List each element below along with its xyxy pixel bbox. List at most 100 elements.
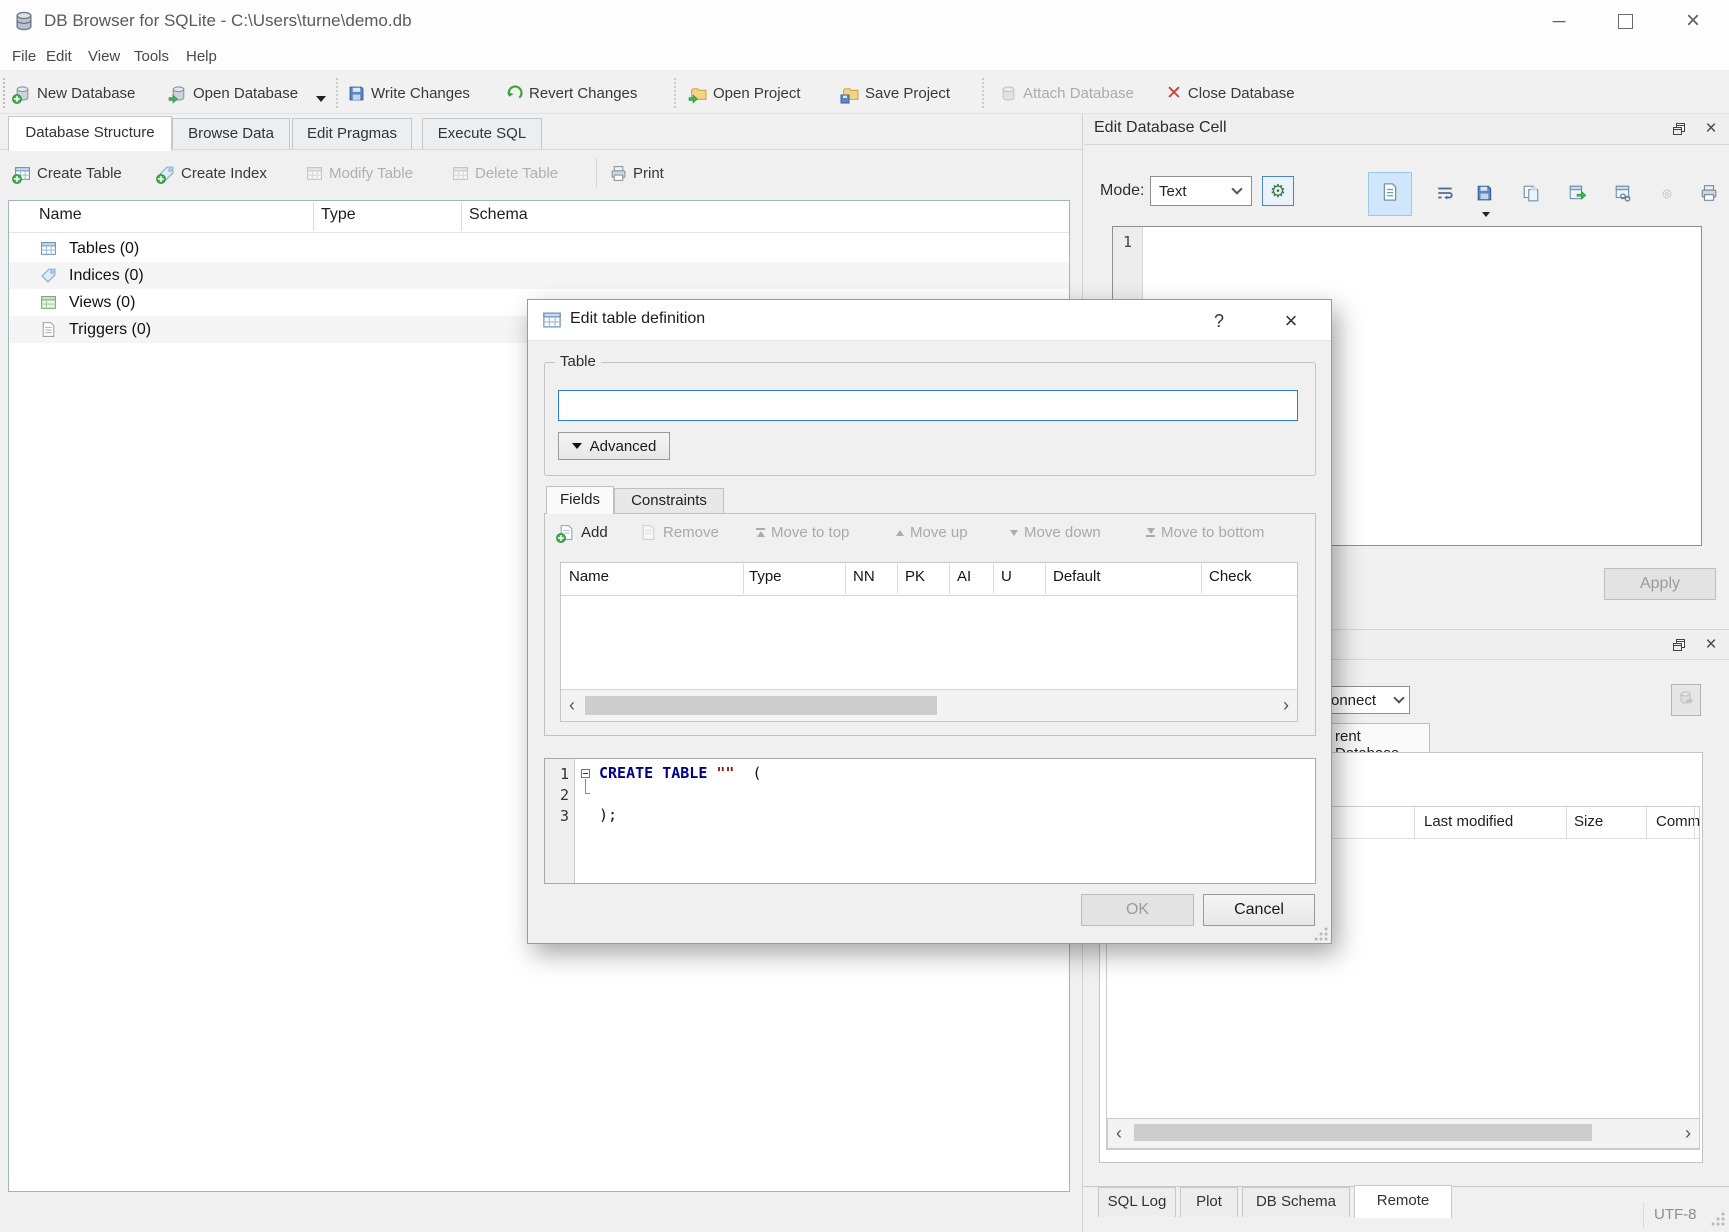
new-database-button[interactable]: New Database — [14, 79, 135, 107]
open-in-app-button[interactable] — [1608, 180, 1638, 210]
fields-horizontal-scrollbar[interactable]: ‹ › — [561, 689, 1297, 721]
column-type[interactable]: Type — [749, 568, 782, 585]
tab-plot[interactable]: Plot — [1180, 1187, 1238, 1217]
table-name-input[interactable] — [558, 390, 1298, 421]
move-to-bottom-button: Move to bottom — [1146, 524, 1264, 541]
float-panel-icon[interactable] — [1668, 634, 1690, 656]
maximize-button[interactable] — [1604, 6, 1646, 36]
fields-header-separator[interactable] — [949, 564, 950, 594]
create-index-button[interactable]: Create Index — [158, 159, 267, 187]
menu-file[interactable]: File — [8, 46, 40, 67]
open-database-dropdown-caret[interactable] — [316, 96, 326, 102]
mode-select[interactable]: Text — [1150, 176, 1252, 206]
menu-view[interactable]: View — [84, 46, 124, 67]
mode-label: Mode: — [1100, 182, 1144, 200]
fields-header-separator[interactable] — [845, 564, 846, 594]
tab-db-schema[interactable]: DB Schema — [1242, 1187, 1350, 1217]
remote-header-separator[interactable] — [1414, 807, 1415, 838]
cancel-button[interactable]: Cancel — [1203, 894, 1315, 926]
close-database-button[interactable]: ✕ Close Database — [1166, 79, 1295, 107]
column-pk[interactable]: PK — [905, 568, 925, 585]
open-database-button[interactable]: Open Database — [170, 79, 298, 107]
scroll-right-icon[interactable]: › — [1685, 1123, 1691, 1143]
document-icon — [1380, 182, 1400, 207]
export-data-button[interactable] — [1562, 180, 1592, 210]
minimize-button[interactable]: ─ — [1538, 6, 1580, 36]
tree-row-indices[interactable]: Indices (0) — [10, 262, 1069, 289]
print-button[interactable]: Print — [610, 159, 664, 187]
remote-identity-select[interactable]: onnect — [1326, 686, 1410, 714]
column-default[interactable]: Default — [1053, 568, 1101, 585]
fields-header-separator[interactable] — [743, 564, 744, 594]
tree-column-type[interactable]: Type — [321, 206, 356, 224]
scrollbar-thumb[interactable] — [585, 696, 937, 715]
remote-horizontal-scrollbar[interactable]: ‹ › — [1107, 1118, 1700, 1149]
dialog-title-bar[interactable]: Edit table definition ? × — [528, 300, 1331, 341]
tab-execute-sql[interactable]: Execute SQL — [422, 118, 542, 150]
auto-switch-mode-button[interactable]: ⚙ — [1262, 176, 1294, 206]
float-panel-icon[interactable] — [1668, 118, 1690, 140]
dialog-help-button[interactable]: ? — [1206, 308, 1232, 334]
word-wrap-button[interactable] — [1430, 180, 1460, 210]
copy-data-button[interactable] — [1516, 180, 1546, 210]
fields-header-separator[interactable] — [993, 564, 994, 594]
tab-edit-pragmas[interactable]: Edit Pragmas — [292, 118, 412, 150]
create-index-label: Create Index — [181, 165, 267, 182]
scroll-right-icon[interactable]: › — [1283, 695, 1289, 715]
write-changes-button[interactable]: Write Changes — [348, 79, 470, 107]
text-mode-button[interactable] — [1368, 172, 1412, 216]
menu-edit[interactable]: Edit — [42, 46, 76, 67]
remote-header-separator[interactable] — [1646, 807, 1647, 838]
tab-browse-data[interactable]: Browse Data — [172, 118, 290, 150]
remote-column-size[interactable]: Size — [1574, 813, 1603, 830]
dialog-resize-grip[interactable] — [1314, 927, 1328, 941]
tree-row-label: Triggers (0) — [69, 321, 151, 339]
fields-header-separator[interactable] — [1201, 564, 1202, 594]
open-project-button[interactable]: Open Project — [690, 79, 801, 107]
tab-fields[interactable]: Fields — [546, 486, 614, 514]
close-button[interactable]: × — [1672, 6, 1714, 36]
menu-tools[interactable]: Tools — [130, 46, 173, 67]
create-table-button[interactable]: Create Table — [14, 159, 122, 187]
tree-header-separator[interactable] — [313, 203, 314, 231]
import-data-button[interactable] — [1470, 180, 1500, 210]
remote-header-separator[interactable] — [1694, 807, 1695, 838]
scroll-left-icon[interactable]: ‹ — [569, 695, 575, 715]
column-u[interactable]: U — [1001, 568, 1012, 585]
dialog-close-icon[interactable]: × — [1278, 308, 1304, 334]
print-cell-button[interactable] — [1694, 180, 1724, 210]
move-up-label: Move up — [910, 524, 968, 541]
fields-header-separator[interactable] — [897, 564, 898, 594]
import-file-icon — [1476, 184, 1494, 207]
close-panel-icon[interactable]: × — [1700, 634, 1722, 656]
advanced-toggle-button[interactable]: Advanced — [558, 432, 670, 460]
column-ai[interactable]: AI — [957, 568, 971, 585]
remote-header-separator[interactable] — [1566, 807, 1567, 838]
revert-changes-button[interactable]: Revert Changes — [506, 79, 637, 107]
remote-column-last-modified[interactable]: Last modified — [1424, 813, 1513, 830]
menu-help[interactable]: Help — [182, 46, 221, 67]
tree-row-tables[interactable]: Tables (0) — [10, 235, 1069, 262]
fields-header-separator[interactable] — [1045, 564, 1046, 594]
tab-remote[interactable]: Remote — [1354, 1185, 1452, 1218]
toolbar-grip[interactable] — [3, 78, 6, 108]
remote-current-database-tab[interactable]: rent Database — [1328, 723, 1430, 753]
add-field-button[interactable]: Add — [558, 524, 608, 541]
column-name[interactable]: Name — [569, 568, 609, 585]
tree-column-schema[interactable]: Schema — [469, 206, 528, 224]
tab-sql-log[interactable]: SQL Log — [1098, 1187, 1176, 1217]
sql-line-number: 3 — [545, 807, 569, 825]
tab-database-structure[interactable]: Database Structure — [8, 116, 172, 151]
window-resize-grip[interactable] — [1711, 1212, 1725, 1226]
scroll-left-icon[interactable]: ‹ — [1116, 1123, 1122, 1143]
save-project-button[interactable]: Save Project — [842, 79, 950, 107]
scrollbar-thumb[interactable] — [1134, 1124, 1592, 1141]
import-dropdown-caret[interactable] — [1482, 212, 1490, 217]
tab-constraints[interactable]: Constraints — [614, 488, 724, 514]
column-check[interactable]: Check — [1209, 568, 1252, 585]
column-nn[interactable]: NN — [853, 568, 875, 585]
tree-column-name[interactable]: Name — [39, 206, 82, 224]
fold-marker-icon[interactable] — [581, 769, 590, 778]
close-panel-icon[interactable]: × — [1700, 118, 1722, 140]
tree-header-separator[interactable] — [461, 203, 462, 231]
